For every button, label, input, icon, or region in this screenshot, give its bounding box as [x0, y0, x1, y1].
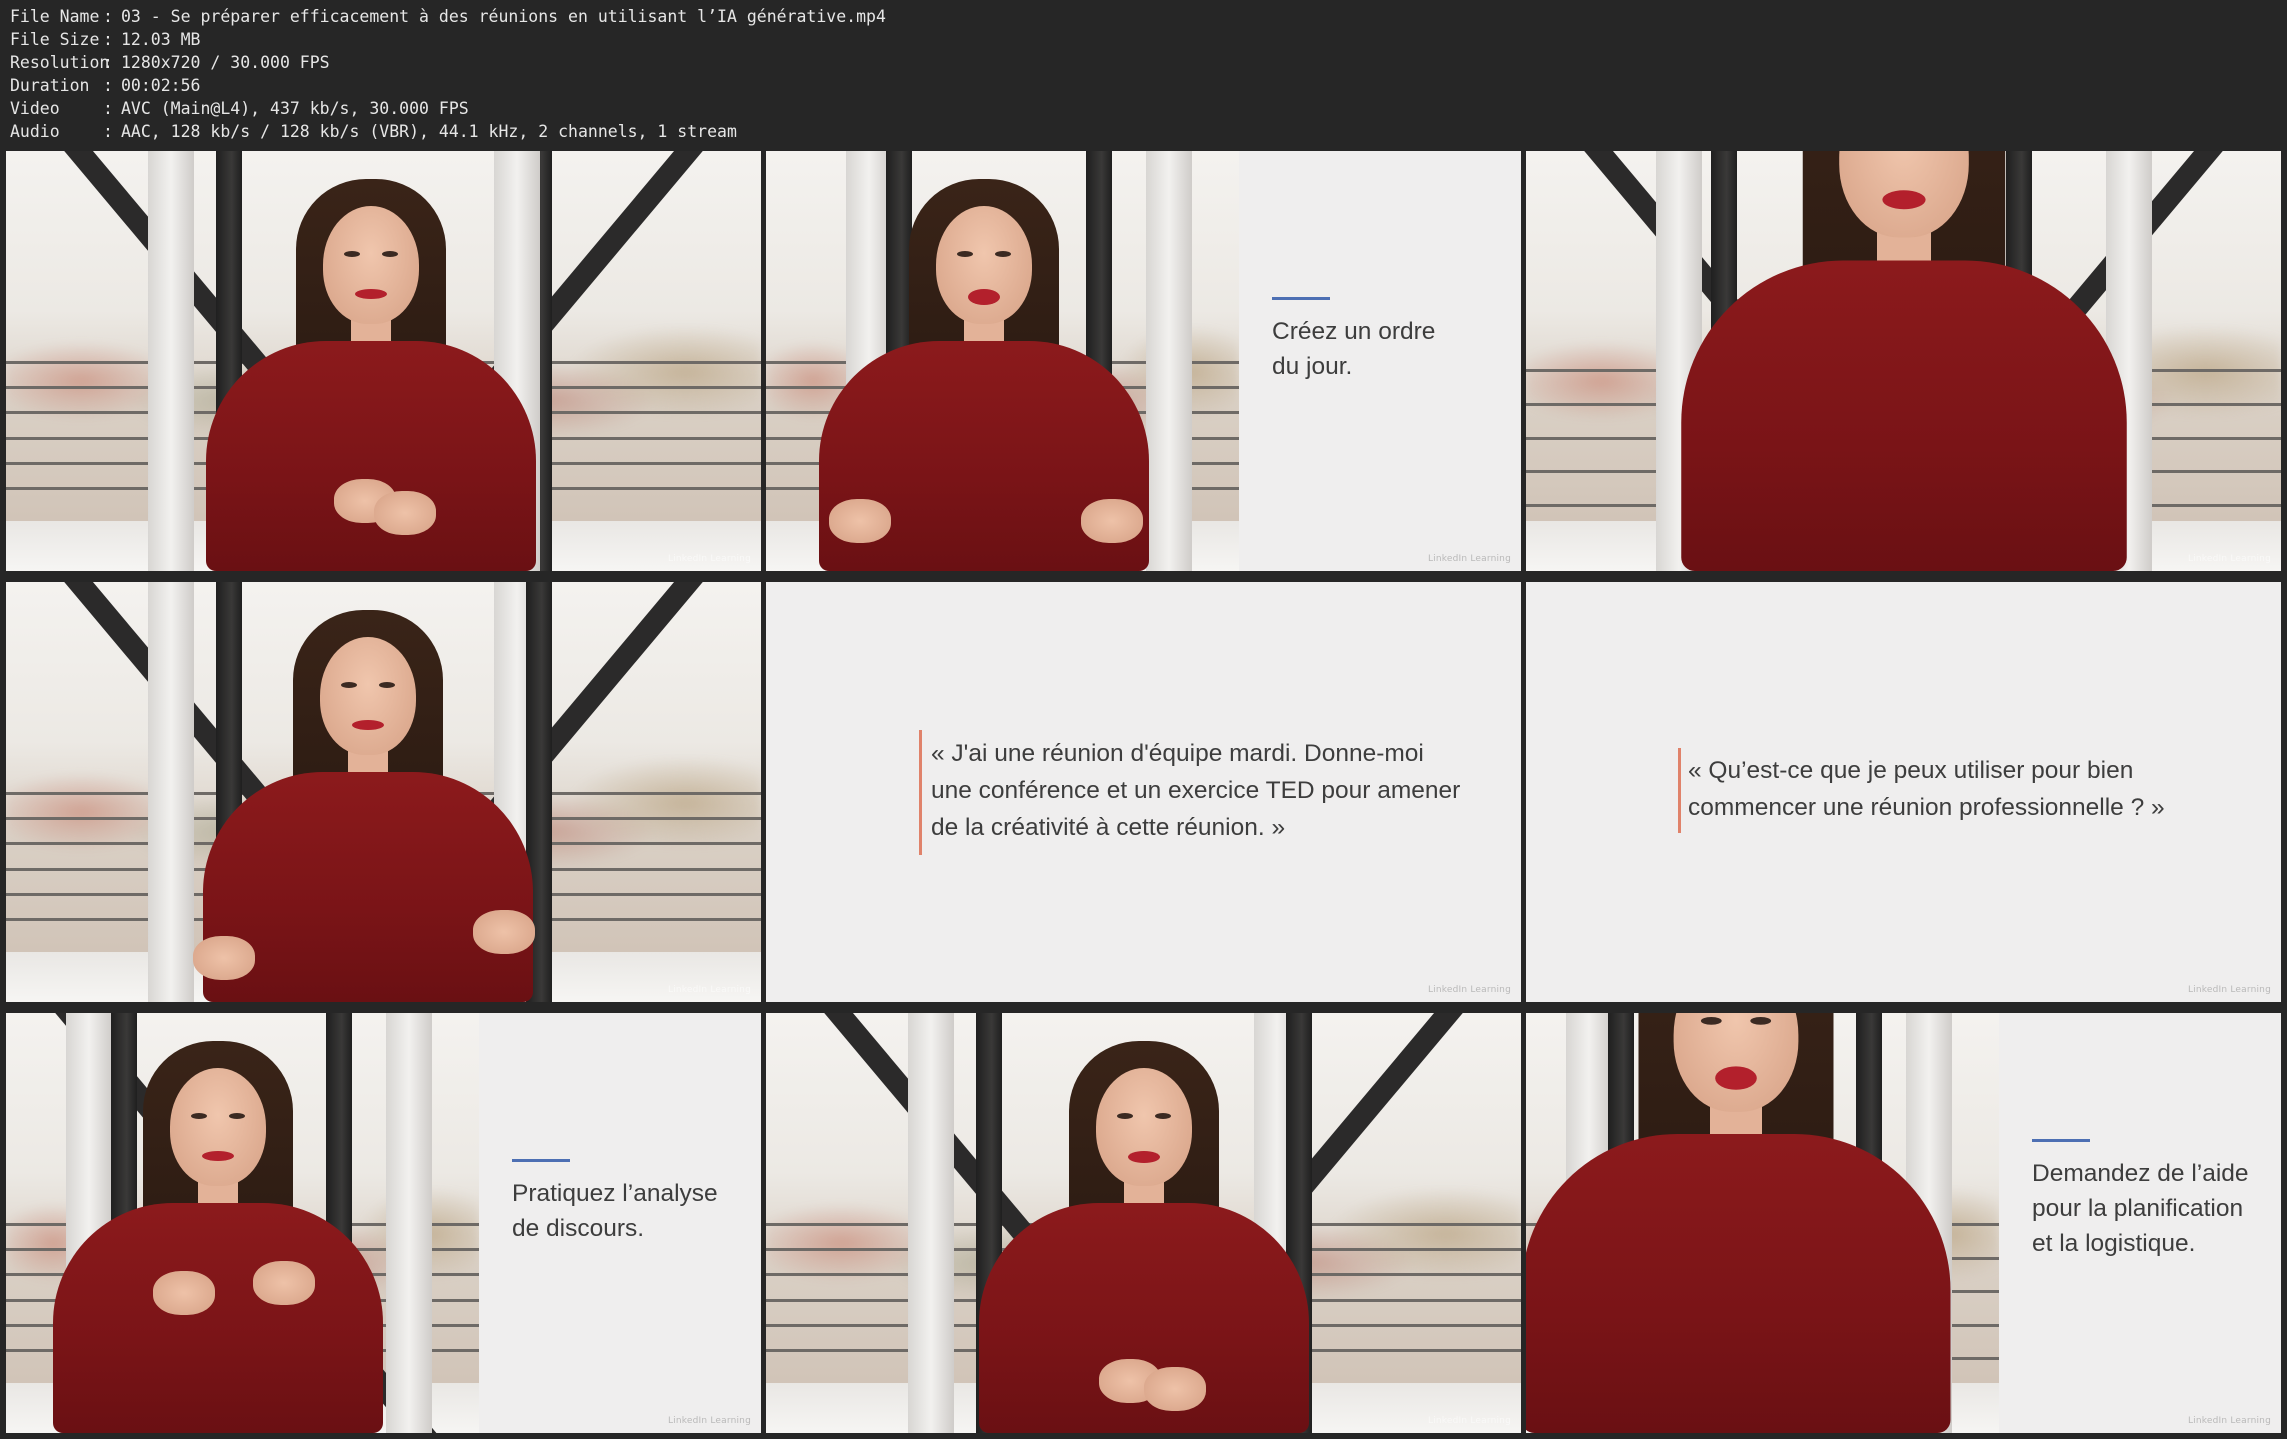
meta-value: 00:02:56	[121, 76, 201, 95]
slide-text-panel: Pratiquez l’analyse de discours.	[479, 1013, 761, 1433]
meta-separator: :	[103, 30, 113, 49]
video-thumbnail: LinkedIn Learning	[6, 582, 761, 1002]
accent-bar	[2032, 1139, 2090, 1142]
meta-row-file-size: File Size : 12.03 MB	[10, 28, 2270, 51]
meta-key: Resolution	[10, 53, 110, 72]
meta-row-file-name: File Name : 03 - Se préparer efficacemen…	[10, 5, 2270, 28]
video-thumbnail: « J'ai une réunion d'équipe mardi. Donne…	[766, 582, 1521, 1002]
meta-row-duration: Duration : 00:02:56	[10, 74, 2270, 97]
video-thumbnail: Demandez de l’aide pour la planification…	[1526, 1013, 2281, 1433]
quote-accent-line	[919, 730, 922, 855]
meta-separator: :	[103, 7, 113, 26]
meta-key: Duration	[10, 76, 90, 95]
meta-key: File Size	[10, 30, 100, 49]
slide-text: Demandez de l’aide pour la planification…	[2032, 1160, 2249, 1257]
meta-separator: :	[103, 76, 113, 95]
watermark-logo: LinkedIn Learning	[667, 1416, 751, 1426]
watermark-logo: LinkedIn Learning	[667, 554, 751, 564]
meta-separator: :	[103, 99, 113, 118]
meta-value: 1280x720 / 30.000 FPS	[121, 53, 330, 72]
quote-accent-line	[1678, 748, 1681, 833]
meta-value: 03 - Se préparer efficacement à des réun…	[121, 7, 886, 26]
watermark-logo: LinkedIn Learning	[1427, 985, 1511, 995]
meta-row-audio: Audio : AAC, 128 kb/s / 128 kb/s (VBR), …	[10, 120, 2270, 143]
presenter	[979, 1023, 1309, 1433]
meta-row-resolution: Resolution : 1280x720 / 30.000 FPS	[10, 51, 2270, 74]
meta-row-video: Video : AVC (Main@L4), 437 kb/s, 30.000 …	[10, 97, 2270, 120]
accent-bar	[1272, 297, 1330, 300]
presenter	[193, 592, 535, 1002]
watermark-logo: LinkedIn Learning	[667, 985, 751, 995]
watermark-logo: LinkedIn Learning	[1427, 554, 1511, 564]
quote-text: « Qu’est-ce que je peux utiliser pour bi…	[1688, 757, 2165, 821]
video-thumbnail: LinkedIn Learning	[6, 151, 761, 571]
meta-value: AAC, 128 kb/s / 128 kb/s (VBR), 44.1 kHz…	[121, 122, 737, 141]
meta-separator: :	[103, 122, 113, 141]
presenter	[1526, 1013, 1951, 1433]
meta-value: 12.03 MB	[121, 30, 201, 49]
slide-quote-panel: « Qu’est-ce que je peux utiliser pour bi…	[1526, 582, 2281, 1002]
slide-text: Pratiquez l’analyse de discours.	[512, 1180, 718, 1242]
video-thumbnail: Créez un ordre du jour. LinkedIn Learnin…	[766, 151, 1521, 571]
meta-key: File Name	[10, 7, 100, 26]
thumbnail-grid: LinkedIn Learning Créez un ordre du jour…	[6, 151, 2281, 1433]
accent-bar	[512, 1159, 570, 1162]
slide-text: Créez un ordre du jour.	[1272, 318, 1436, 380]
video-thumbnail: LinkedIn Learning	[1526, 151, 2281, 571]
watermark-logo: LinkedIn Learning	[2187, 554, 2271, 564]
file-metadata: File Name : 03 - Se préparer efficacemen…	[10, 5, 2270, 143]
slide-text-panel: Demandez de l’aide pour la planification…	[1999, 1013, 2281, 1433]
slide-quote-panel: « J'ai une réunion d'équipe mardi. Donne…	[766, 582, 1521, 1002]
video-thumbnail: Pratiquez l’analyse de discours. LinkedI…	[6, 1013, 761, 1433]
video-thumbnail: « Qu’est-ce que je peux utiliser pour bi…	[1526, 582, 2281, 1002]
meta-value: AVC (Main@L4), 437 kb/s, 30.000 FPS	[121, 99, 469, 118]
quote-text: « J'ai une réunion d'équipe mardi. Donne…	[931, 740, 1461, 841]
presenter	[206, 161, 536, 571]
watermark-logo: LinkedIn Learning	[2187, 985, 2271, 995]
slide-text-panel: Créez un ordre du jour.	[1239, 151, 1521, 571]
meta-separator: :	[103, 53, 113, 72]
meta-key: Video	[10, 99, 60, 118]
watermark-logo: LinkedIn Learning	[2187, 1416, 2271, 1426]
presenter	[1681, 151, 2127, 571]
video-thumbnail: LinkedIn Learning	[766, 1013, 1521, 1433]
watermark-logo: LinkedIn Learning	[1427, 1416, 1511, 1426]
presenter	[53, 1023, 383, 1433]
meta-key: Audio	[10, 122, 60, 141]
presenter	[819, 161, 1149, 571]
